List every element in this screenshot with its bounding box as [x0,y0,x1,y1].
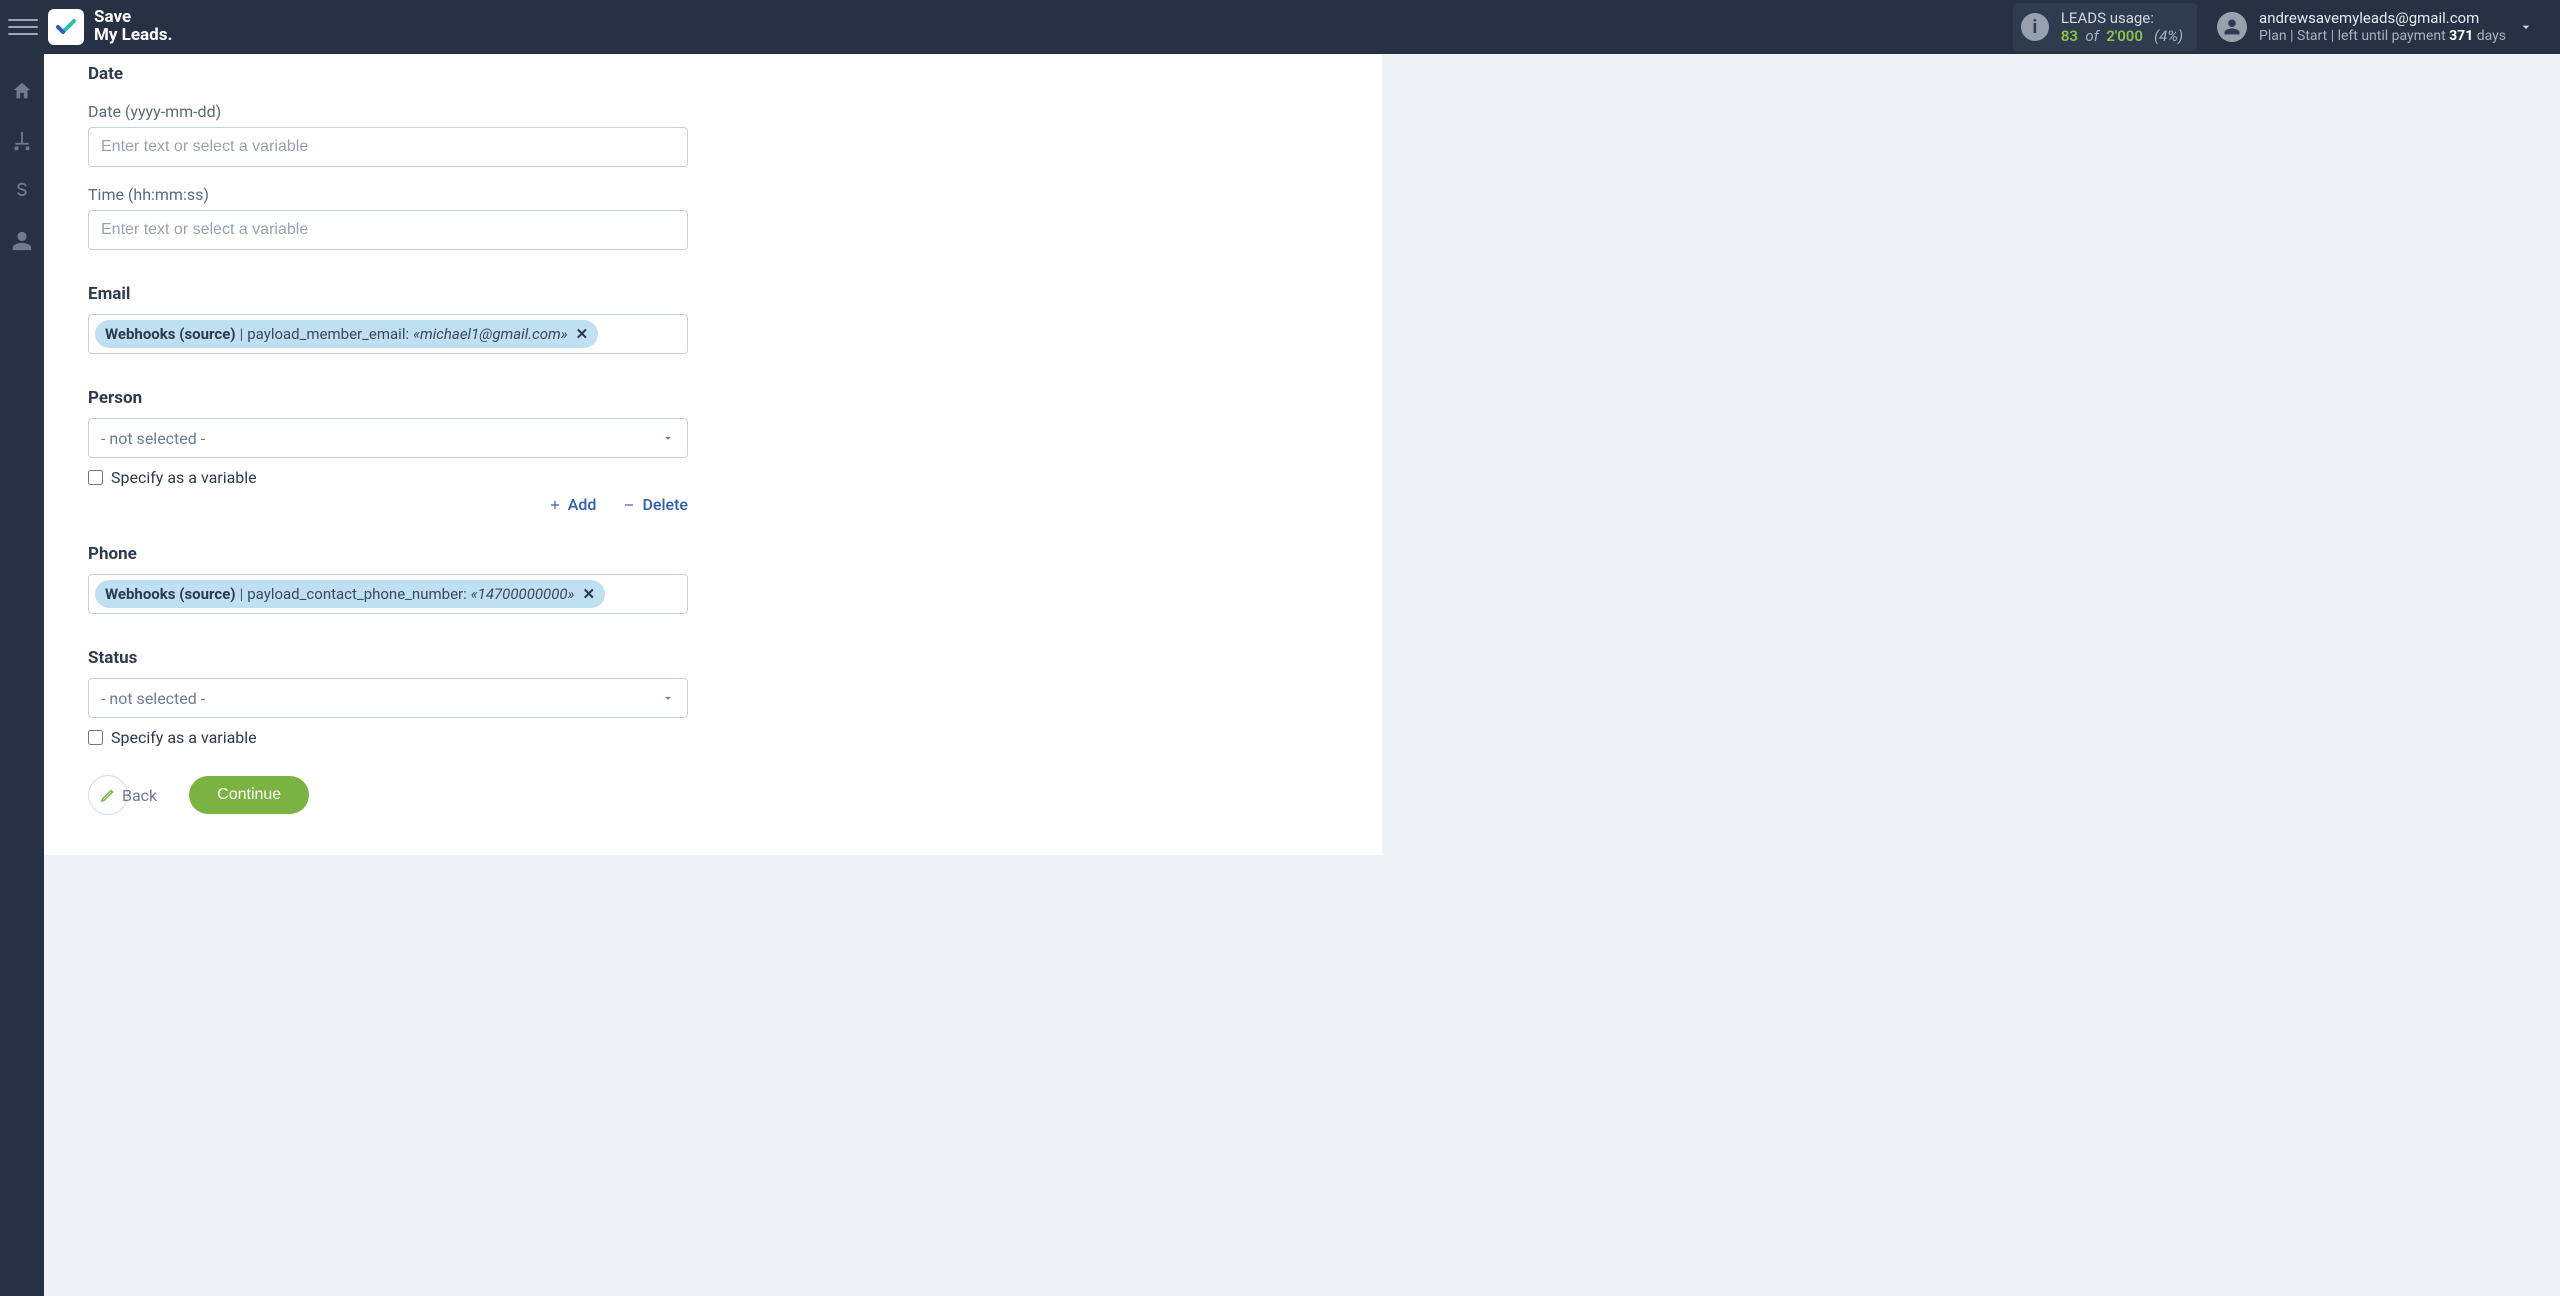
plan-days: 371 [2449,28,2473,44]
usage-current: 83 [2061,27,2078,45]
form-card: Date Date (yyyy-mm-dd) Time (hh:mm:ss) E… [44,54,1382,855]
sidebar [0,54,44,1296]
plan-rest-before: left until payment [2338,28,2450,44]
chip-remove-icon[interactable]: ✕ [572,325,589,343]
account-email: andrewsavemyleads@gmail.com [2259,9,2506,28]
phone-chip-input[interactable]: Webhooks (source) | payload_contact_phon… [88,574,688,614]
chip-source: Webhooks (source) [105,325,236,343]
dollar-icon[interactable] [11,180,33,202]
add-person-button[interactable]: Add [548,495,597,514]
add-label: Add [568,495,597,514]
plan-days-word: days [2477,28,2506,44]
chevron-down-icon [661,691,675,705]
plan-label: Plan [2259,28,2287,44]
person-inline-actions: Add Delete [88,495,688,514]
status-select[interactable]: - not selected - [88,678,688,718]
section-status-title: Status [88,638,688,668]
status-specify-variable-row[interactable]: Specify as a variable [88,728,688,747]
section-email-title: Email [88,274,688,304]
chevron-down-icon [661,431,675,445]
chip-sep: | [240,325,244,343]
plus-icon [548,498,562,512]
topbar: Save My Leads. i LEADS usage: 83 of 2'00… [0,0,2560,54]
delete-label: Delete [642,495,688,514]
account-lines: andrewsavemyleads@gmail.com Plan | Start… [2259,9,2506,45]
delete-person-button[interactable]: Delete [622,495,688,514]
date-input[interactable] [88,127,688,167]
chip-value: «michael1@gmail.com» [413,325,568,343]
email-variable-chip[interactable]: Webhooks (source) | payload_member_email… [95,320,598,348]
hamburger-menu-icon[interactable] [8,12,38,42]
checkmark-icon [54,15,78,39]
time-input[interactable] [88,210,688,250]
main-scroll[interactable]: Date Date (yyyy-mm-dd) Time (hh:mm:ss) E… [44,54,2560,1296]
continue-button[interactable]: Continue [189,776,309,814]
person-select[interactable]: - not selected - [88,418,688,458]
section-phone-title: Phone [88,534,688,564]
time-field-label: Time (hh:mm:ss) [88,185,688,204]
chip-value: «14700000000» [471,585,575,603]
sitemap-icon[interactable] [11,130,33,152]
avatar-icon [2217,12,2247,42]
usage-text: LEADS usage: 83 of 2'000 (4%) [2061,9,2183,45]
plan-name: Start [2297,28,2327,44]
chevron-down-icon [2518,19,2534,35]
person-specify-variable-checkbox[interactable] [88,470,103,485]
leads-usage-pill[interactable]: i LEADS usage: 83 of 2'000 (4%) [2013,3,2197,51]
email-chip-input[interactable]: Webhooks (source) | payload_member_email… [88,314,688,354]
chip-sep: | [240,585,244,603]
person-select-value: - not selected - [101,429,205,448]
usage-title: LEADS usage: [2061,9,2183,27]
account-block[interactable]: andrewsavemyleads@gmail.com Plan | Start… [2217,9,2506,45]
status-specify-variable-label: Specify as a variable [111,728,257,747]
logo-tile [48,9,84,45]
person-specify-variable-label: Specify as a variable [111,468,257,487]
chip-key: payload_contact_phone_number: [247,585,467,603]
pencil-icon [99,786,117,804]
chip-key: payload_member_email: [247,325,409,343]
app-logo[interactable]: Save My Leads. [48,9,172,45]
home-icon[interactable] [11,80,33,102]
phone-variable-chip[interactable]: Webhooks (source) | payload_contact_phon… [95,580,605,608]
logo-text: Save My Leads. [94,9,172,45]
account-plan-line: Plan | Start | left until payment 371 da… [2259,28,2506,46]
usage-of: of [2085,27,2098,45]
footer-actions: Back Continue [88,775,688,815]
account-caret[interactable] [2506,19,2546,35]
section-person-title: Person [88,378,688,408]
back-label: Back [122,786,157,805]
minus-icon [622,498,636,512]
usage-numbers: 83 of 2'000 (4%) [2061,27,2183,45]
person-specify-variable-row[interactable]: Specify as a variable [88,468,688,487]
chip-remove-icon[interactable]: ✕ [578,585,595,603]
section-date-title: Date [88,54,688,84]
usage-total: 2'000 [2106,27,2143,45]
usage-percent: (4%) [2154,27,2183,45]
status-specify-variable-checkbox[interactable] [88,730,103,745]
info-icon: i [2021,13,2049,41]
chip-source: Webhooks (source) [105,585,236,603]
status-select-value: - not selected - [101,689,205,708]
user-icon[interactable] [11,230,33,252]
date-field-label: Date (yyyy-mm-dd) [88,102,688,121]
